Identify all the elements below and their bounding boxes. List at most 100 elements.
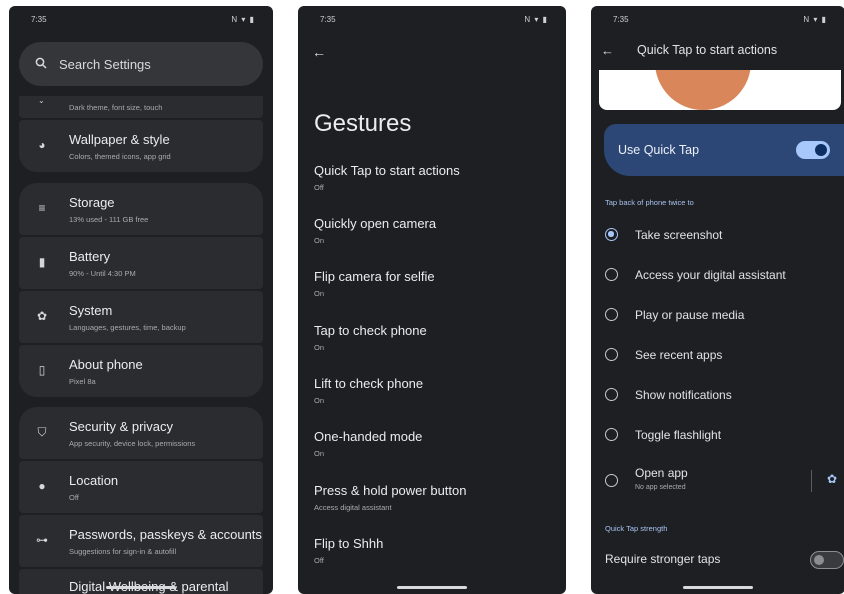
status-time: 7:35 — [31, 15, 47, 24]
gesture-item-quick-tap[interactable]: Quick Tap to start actions Off — [314, 163, 460, 192]
status-time: 7:35 — [613, 15, 629, 24]
option-label: Toggle flashlight — [635, 428, 722, 442]
switch-knob — [814, 554, 824, 565]
radio-button[interactable] — [605, 268, 618, 281]
display-row-partial[interactable]: ⌄ Dark theme, font size, touch — [19, 96, 263, 118]
item-subtitle: On — [314, 343, 325, 352]
radio-button[interactable] — [605, 474, 618, 487]
item-title: Flip to Shhh — [314, 536, 384, 551]
radio-button[interactable] — [605, 388, 618, 401]
back-arrow-icon[interactable]: ← — [601, 43, 625, 58]
gesture-nav-bar[interactable] — [683, 586, 753, 589]
settings-item-wellbeing[interactable]: Digital Wellbeing & parental — [19, 569, 263, 594]
top-app-bar: ← Quick Tap to start actions — [591, 30, 844, 70]
item-title: Security & privacy — [69, 419, 174, 434]
status-bar: 7:35 N ▾ ▮ — [591, 15, 844, 27]
item-title: Flip camera for selfie — [314, 269, 435, 284]
item-title: System — [69, 303, 113, 318]
location-icon: ● — [38, 479, 46, 493]
use-quick-tap-card[interactable]: Use Quick Tap — [604, 124, 844, 176]
item-subtitle: Languages, gestures, time, backup — [69, 323, 186, 332]
item-title: One-handed mode — [314, 429, 423, 444]
status-bar: 7:35 N ▾ ▮ — [9, 15, 273, 27]
settings-item-about-phone[interactable]: ▯ About phone Pixel 8a — [19, 345, 263, 397]
palette-icon: ◕ — [38, 138, 46, 152]
gesture-nav-bar[interactable] — [106, 586, 176, 589]
item-title: Press & hold power button — [314, 483, 467, 498]
gesture-item-tap-check[interactable]: Tap to check phone On — [314, 323, 427, 352]
gesture-nav-bar[interactable] — [397, 586, 467, 589]
settings-item-wallpaper[interactable]: ◕ Wallpaper & style Colors, themed icons… — [19, 120, 263, 172]
item-title: Quick Tap to start actions — [314, 163, 460, 178]
item-subtitle: App security, device lock, permissions — [69, 439, 196, 448]
item-subtitle: On — [314, 396, 325, 405]
item-title: Storage — [69, 195, 115, 210]
section-header-tap-back: Tap back of phone twice to — [605, 198, 694, 207]
option-label: Show notifications — [635, 388, 732, 402]
settings-item-security[interactable]: ⛉ Security & privacy App security, devic… — [19, 407, 263, 459]
settings-item-storage[interactable]: ≡ Storage 13% used - 111 GB free — [19, 183, 263, 235]
section-header-strength: Quick Tap strength — [605, 524, 668, 533]
item-subtitle: Access digital assistant — [314, 503, 392, 512]
item-subtitle: On — [314, 289, 325, 298]
gesture-item-one-handed[interactable]: One-handed mode On — [314, 429, 422, 458]
page-title: Quick Tap to start actions — [637, 43, 778, 57]
gear-icon[interactable]: ✿ — [827, 472, 837, 486]
item-subtitle: Off — [314, 556, 324, 565]
item-subtitle: Off — [69, 493, 79, 502]
phone-icon: ▯ — [38, 363, 46, 377]
storage-icon: ≡ — [38, 201, 46, 215]
radio-button[interactable] — [605, 228, 618, 241]
item-title: Battery — [69, 249, 111, 264]
display-icon: ⌄ — [38, 96, 45, 105]
require-stronger-taps-switch[interactable] — [810, 551, 844, 569]
display-subtitle: Dark theme, font size, touch — [69, 103, 163, 112]
item-title: Passwords, passkeys & accounts — [69, 527, 262, 542]
option-recent-apps[interactable]: See recent apps — [605, 345, 841, 365]
require-stronger-taps-label: Require stronger taps — [605, 552, 721, 566]
item-subtitle: On — [314, 236, 325, 245]
back-arrow-icon[interactable]: ← — [312, 44, 326, 60]
key-icon: ⊶ — [36, 533, 48, 547]
hand-illustration — [655, 70, 751, 110]
item-subtitle: 13% used - 111 GB free — [69, 215, 149, 224]
search-icon — [35, 57, 49, 72]
gesture-item-flip-shhh[interactable]: Flip to Shhh Off — [314, 536, 383, 565]
switch-knob — [815, 144, 827, 156]
settings-screen: 7:35 N ▾ ▮ Search Settings ⌄ Dark theme,… — [9, 6, 273, 594]
item-subtitle: Off — [314, 183, 324, 192]
option-label: See recent apps — [635, 348, 723, 362]
settings-item-system[interactable]: ✿ System Languages, gestures, time, back… — [19, 291, 263, 343]
gesture-item-power-button[interactable]: Press & hold power button Access digital… — [314, 483, 466, 512]
use-quick-tap-switch[interactable] — [796, 141, 830, 159]
option-label: Play or pause media — [635, 308, 745, 322]
option-take-screenshot[interactable]: Take screenshot — [605, 225, 841, 245]
gesture-item-lift-check[interactable]: Lift to check phone On — [314, 376, 423, 405]
search-settings-bar[interactable]: Search Settings — [19, 42, 263, 86]
option-digital-assistant[interactable]: Access your digital assistant — [605, 265, 841, 285]
item-subtitle: Suggestions for sign-in & autofill — [69, 547, 177, 556]
option-subtitle: No app selected — [635, 484, 686, 491]
item-title: Location — [69, 473, 119, 488]
gestures-screen: 7:35 N ▾ ▮ ← Gestures Quick Tap to start… — [298, 6, 566, 594]
option-notifications[interactable]: Show notifications — [605, 385, 841, 405]
option-label: Access your digital assistant — [635, 268, 786, 282]
gear-icon: ✿ — [36, 309, 48, 323]
option-play-pause[interactable]: Play or pause media — [605, 305, 841, 325]
settings-item-passwords[interactable]: ⊶ Passwords, passkeys & accounts Suggest… — [19, 515, 263, 567]
radio-button[interactable] — [605, 308, 618, 321]
settings-item-location[interactable]: ● Location Off — [19, 461, 263, 513]
status-icons: N ▾ ▮ — [231, 15, 255, 24]
option-open-app[interactable]: Open app No app selected ✿ — [605, 466, 841, 496]
settings-item-battery[interactable]: ▮ Battery 90% - Until 4:30 PM — [19, 237, 263, 289]
radio-button[interactable] — [605, 348, 618, 361]
option-flashlight[interactable]: Toggle flashlight — [605, 425, 841, 445]
status-time: 7:35 — [320, 15, 336, 24]
battery-icon: ▮ — [38, 255, 46, 269]
gesture-item-flip-camera[interactable]: Flip camera for selfie On — [314, 269, 435, 298]
status-icons: N ▾ ▮ — [524, 15, 548, 24]
quick-tap-screen: 7:35 N ▾ ▮ ← Quick Tap to start actions … — [591, 6, 844, 594]
gesture-item-open-camera[interactable]: Quickly open camera On — [314, 216, 436, 245]
radio-button[interactable] — [605, 428, 618, 441]
search-placeholder: Search Settings — [59, 56, 151, 72]
